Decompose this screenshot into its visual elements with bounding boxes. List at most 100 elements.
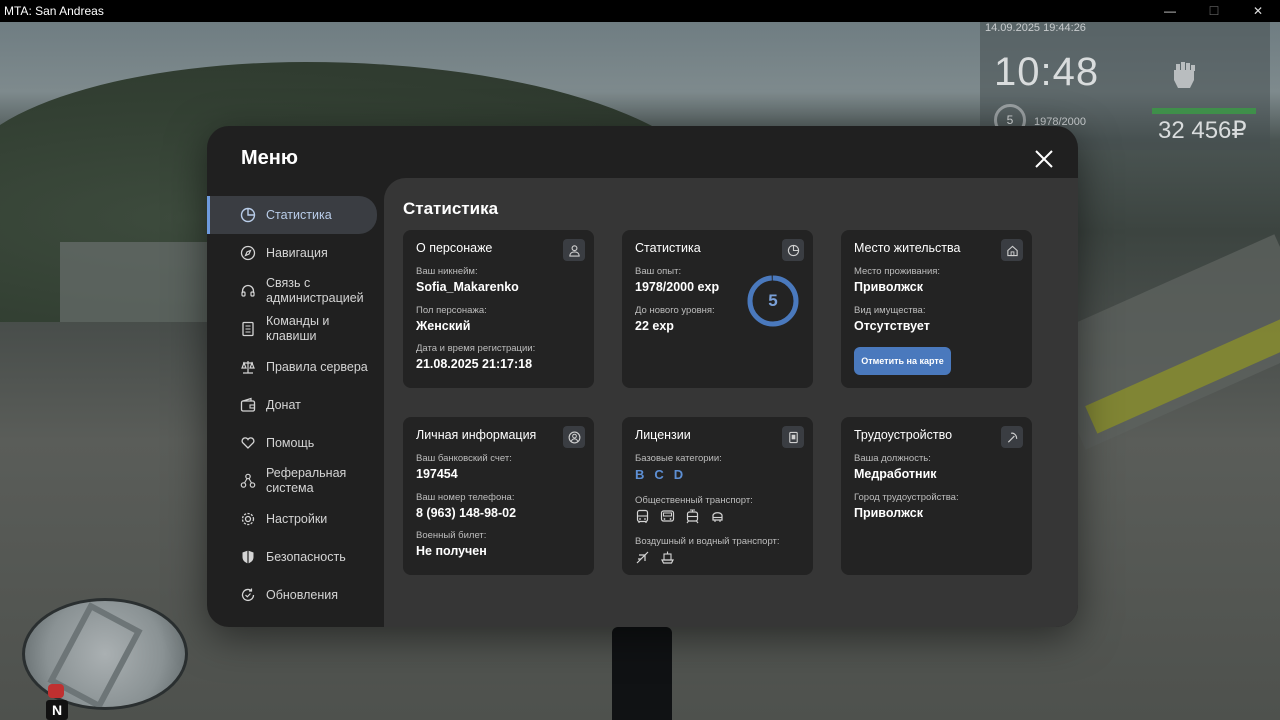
minimap-marker-icon <box>48 684 64 698</box>
property-label: Вид имущества: <box>854 305 926 316</box>
card-title: Трудоустройство <box>854 428 953 442</box>
menu-title: Меню <box>241 147 298 169</box>
exp-value: 1978/2000 exp <box>635 280 720 294</box>
next-level-value: 22 exp <box>635 319 674 333</box>
pickaxe-icon <box>1001 426 1023 448</box>
card-title: Лицензии <box>635 428 691 442</box>
air-water-transport-icons <box>635 550 675 565</box>
trolleybus-icon <box>710 509 725 524</box>
player-character <box>612 627 672 720</box>
hud-health-bar <box>1152 108 1256 114</box>
refresh-check-icon <box>240 587 256 603</box>
nick-label: Ваш никнейм: <box>416 266 478 277</box>
scene-wall <box>60 242 220 322</box>
registration-value: 21.08.2025 21:17:18 <box>416 357 533 371</box>
bank-value: 197454 <box>416 467 458 481</box>
card-licenses: Лицензии Базовые категории: B C D Общест… <box>622 417 813 575</box>
place-label: Место проживания: <box>854 266 941 277</box>
exp-label: Ваш опыт: <box>635 266 682 277</box>
menu-window: Меню Статистика Навигация Связь с админи… <box>207 126 1078 627</box>
sidebar-item-rules[interactable]: Правила сервера <box>207 348 377 386</box>
wallet-icon <box>240 397 256 413</box>
card-title: Место жительства <box>854 241 961 255</box>
place-value: Приволжск <box>854 280 923 294</box>
window-close-button[interactable]: ✕ <box>1236 0 1280 22</box>
sidebar-item-help[interactable]: Помощь <box>207 424 377 462</box>
user-circle-icon <box>563 426 585 448</box>
pie-chart-icon <box>240 207 256 223</box>
pie-chart-icon <box>782 239 804 261</box>
window-minimize-button[interactable]: — <box>1148 0 1192 22</box>
plane-icon <box>635 550 650 565</box>
sidebar-item-admin-contact[interactable]: Связь с администрацией <box>207 272 377 310</box>
sidebar-item-donate[interactable]: Донат <box>207 386 377 424</box>
license-category: C <box>654 467 664 482</box>
sidebar-item-referral[interactable]: Реферальная система <box>207 462 377 500</box>
headset-icon <box>240 283 256 299</box>
ship-icon <box>660 550 675 565</box>
close-icon <box>1035 150 1053 168</box>
sidebar-item-settings[interactable]: Настройки <box>207 500 377 538</box>
compass-icon <box>240 245 256 261</box>
registration-label: Дата и время регистрации: <box>416 343 536 354</box>
window-title: MTA: San Andreas <box>4 4 104 18</box>
public-transport-icons <box>635 509 725 524</box>
license-category: B <box>635 467 645 482</box>
home-icon <box>1001 239 1023 261</box>
hud-money: 32 456₽ <box>1158 117 1247 144</box>
bus-icon <box>635 509 650 524</box>
military-label: Военный билет: <box>416 530 487 541</box>
heart-hands-icon <box>240 435 256 451</box>
card-title: Личная информация <box>416 428 537 442</box>
card-title: Статистика <box>635 241 701 255</box>
license-categories: B C D <box>635 467 683 482</box>
card-title: О персонаже <box>416 241 493 255</box>
base-categories-label: Базовые категории: <box>635 453 722 464</box>
nick-value: Sofia_Makarenko <box>416 280 519 294</box>
card-job: Трудоустройство Ваша должность: Медработ… <box>841 417 1032 575</box>
mark-on-map-button[interactable]: Отметить на карте <box>854 347 951 375</box>
level-progress-ring: 5 <box>746 274 800 328</box>
sidebar-item-navigation[interactable]: Навигация <box>207 234 377 272</box>
air-water-transport-label: Воздушный и водный транспорт: <box>635 536 780 547</box>
card-stats: Статистика Ваш опыт: 1978/2000 exp До но… <box>622 230 813 388</box>
license-category: D <box>673 467 684 482</box>
content-panel: Статистика О персонаже Ваш никнейм: Sofi… <box>384 178 1078 627</box>
gender-value: Женский <box>416 319 471 333</box>
user-icon <box>563 239 585 261</box>
id-card-icon <box>782 426 804 448</box>
card-personal: Личная информация Ваш банковский счет: 1… <box>403 417 594 575</box>
window-titlebar: MTA: San Andreas — ☐ ✕ <box>0 0 1280 22</box>
hud-clock: 10:48 <box>994 50 1100 94</box>
phone-label: Ваш номер телефона: <box>416 492 515 503</box>
hud-datetime: 14.09.2025 19:44:26 <box>985 22 1086 34</box>
gender-label: Пол персонажа: <box>416 305 487 316</box>
position-value: Медработник <box>854 467 937 481</box>
city-label: Город трудоустройства: <box>854 492 959 503</box>
close-button[interactable] <box>1033 148 1055 170</box>
fist-icon <box>1164 56 1204 96</box>
bank-label: Ваш банковский счет: <box>416 453 512 464</box>
military-value: Не получен <box>416 544 487 558</box>
sidebar-item-security[interactable]: Безопасность <box>207 538 377 576</box>
gear-icon <box>240 511 256 527</box>
card-residence: Место жительства Место проживания: Приво… <box>841 230 1032 388</box>
sidebar-item-commands[interactable]: Команды и клавиши <box>207 310 377 348</box>
next-level-label: До нового уровня: <box>635 305 715 316</box>
window-maximize-button[interactable]: ☐ <box>1192 0 1236 22</box>
property-value: Отсутствует <box>854 319 930 333</box>
minimap-north-icon: N <box>46 700 68 720</box>
city-value: Приволжск <box>854 506 923 520</box>
sidebar-item-statistics[interactable]: Статистика <box>207 196 377 234</box>
minimap <box>22 598 188 710</box>
referral-icon <box>240 473 256 489</box>
position-label: Ваша должность: <box>854 453 931 464</box>
phone-value: 8 (963) 148-98-02 <box>416 506 517 520</box>
document-icon <box>240 321 256 337</box>
public-transport-label: Общественный транспорт: <box>635 495 753 506</box>
shield-icon <box>240 549 256 565</box>
content-title: Статистика <box>403 199 499 218</box>
sidebar-item-updates[interactable]: Обновления <box>207 576 377 614</box>
scales-icon <box>240 359 256 375</box>
level-value: 5 <box>768 291 778 310</box>
